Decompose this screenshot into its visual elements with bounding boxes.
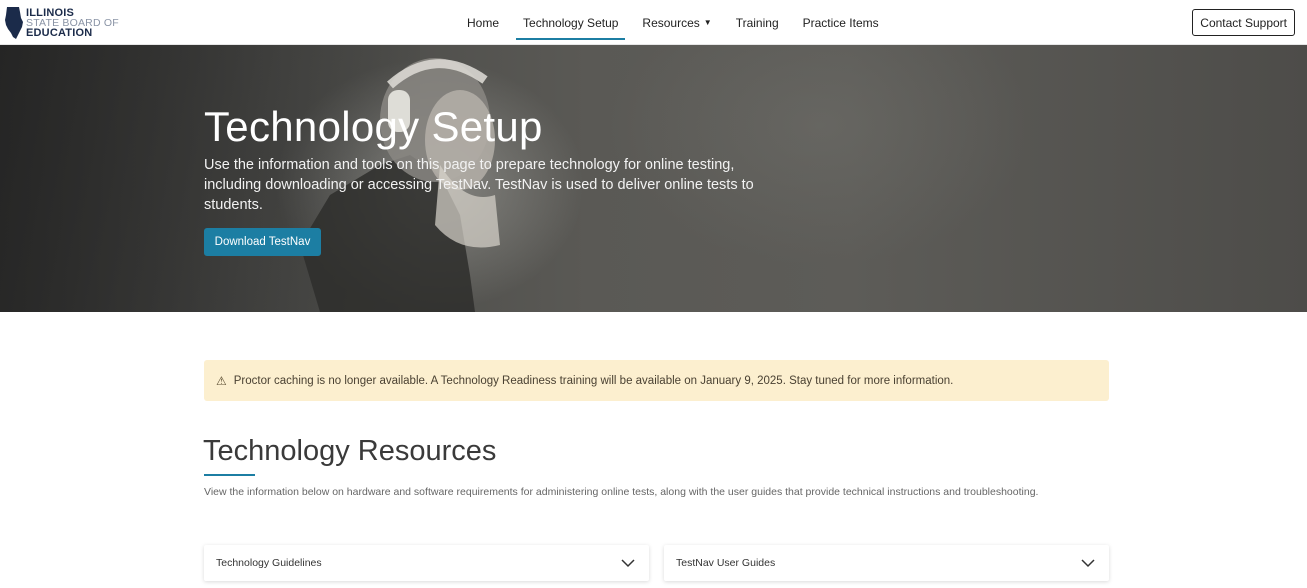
site-header: ILLINOIS STATE BOARD OF EDUCATION Home T… [0,0,1307,45]
section-description: View the information below on hardware a… [204,486,1039,498]
nav-practice-items[interactable]: Practice Items [796,0,886,45]
chevron-down-icon [621,559,635,568]
accordion-technology-guidelines[interactable]: Technology Guidelines [204,545,649,581]
main-nav: Home Technology Setup Resources ▼ Traini… [460,0,896,45]
nav-resources-label: Resources [642,15,700,30]
section-title-underline [204,474,255,476]
page-title: Technology Setup [204,103,543,150]
caret-down-icon: ▼ [703,18,712,27]
accordion-label: Technology Guidelines [216,557,322,569]
notice-banner: ⚠ Proctor caching is no longer available… [204,360,1109,401]
accordion-testnav-user-guides[interactable]: TestNav User Guides [664,545,1109,581]
nav-technology-setup[interactable]: Technology Setup [516,0,626,45]
nav-resources[interactable]: Resources ▼ [635,0,718,45]
download-testnav-button[interactable]: Download TestNav [204,228,321,256]
nav-home[interactable]: Home [460,0,506,45]
warning-icon: ⚠ [216,373,227,388]
illinois-state-icon [5,7,23,39]
notice-text: Proctor caching is no longer available. … [233,374,954,387]
nav-training[interactable]: Training [729,0,786,45]
contact-support-button[interactable]: Contact Support [1192,9,1295,36]
section-title: Technology Resources [203,435,497,467]
isbe-logo[interactable]: ILLINOIS STATE BOARD OF EDUCATION [4,4,134,42]
hero-description: Use the information and tools on this pa… [204,157,754,213]
hero-banner: Technology Setup Use the information and… [0,45,1307,312]
accordion-label: TestNav User Guides [676,557,776,569]
chevron-down-icon [1081,559,1095,568]
logo-line-3: EDUCATION [26,27,93,39]
